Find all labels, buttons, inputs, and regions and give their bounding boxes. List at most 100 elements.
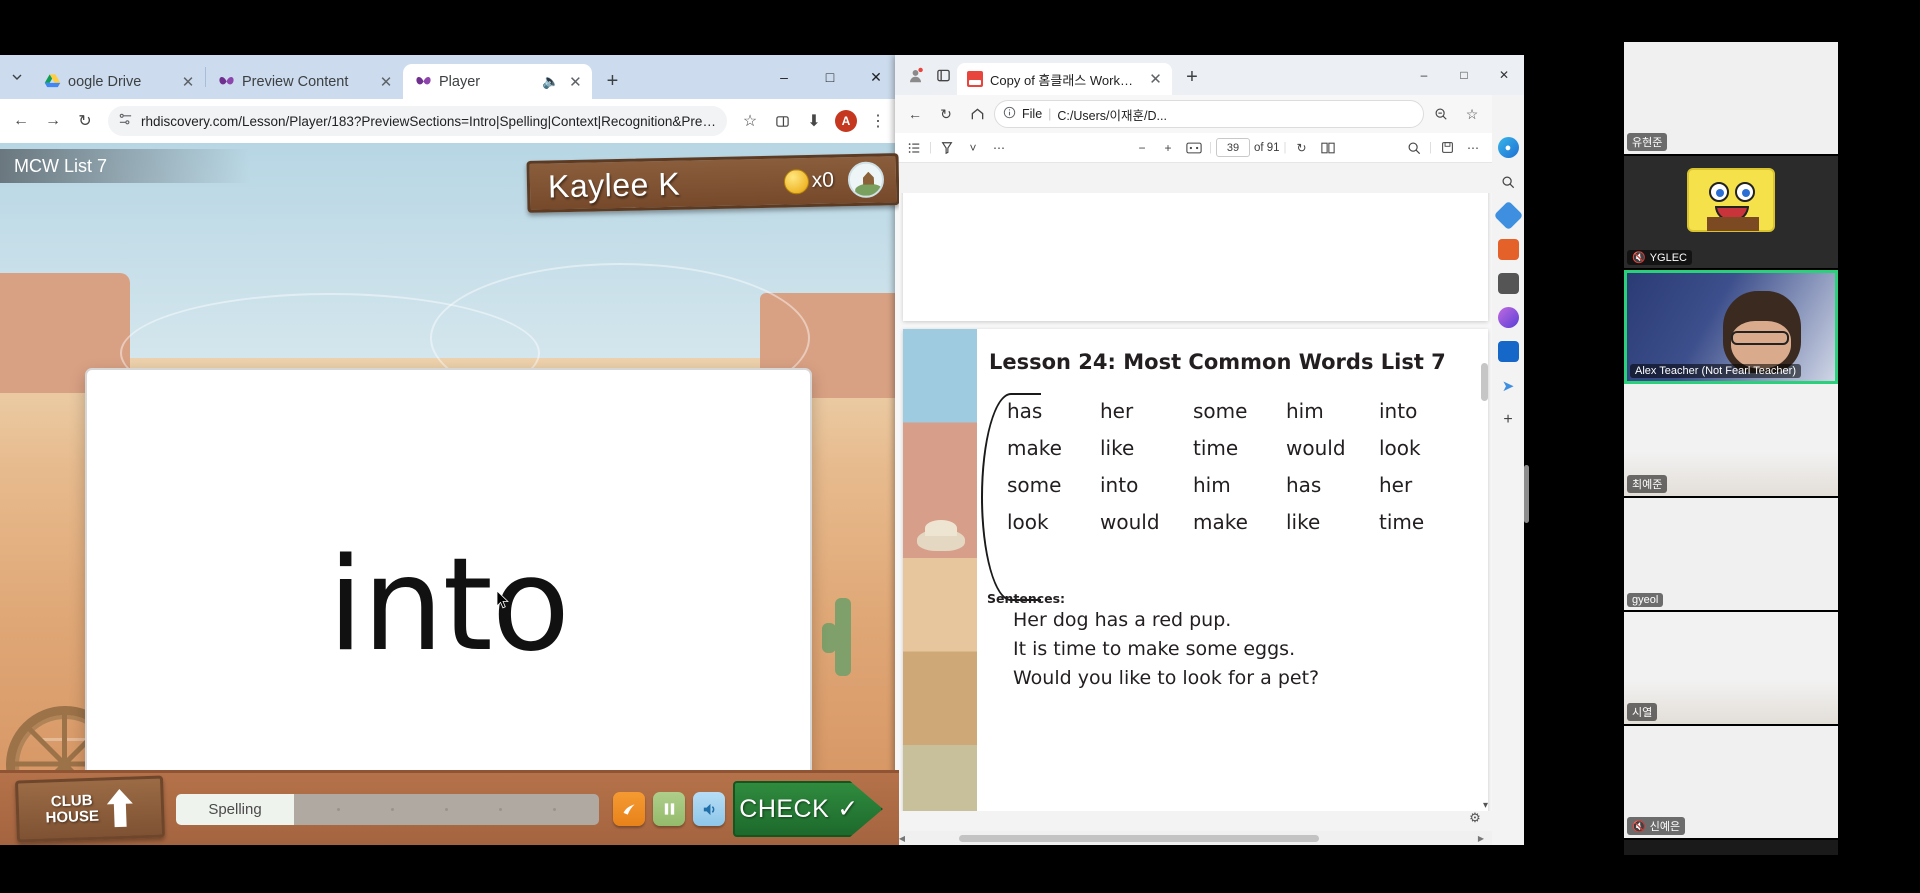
page-number-input[interactable]: 39 — [1215, 138, 1250, 157]
sentence-item: It is time to make some eggs. — [1013, 638, 1296, 660]
new-tab-button[interactable]: + — [598, 67, 626, 95]
zoom-out-icon[interactable] — [1427, 100, 1455, 128]
pause-button[interactable] — [653, 792, 685, 826]
reload-icon[interactable]: ↻ — [70, 106, 100, 136]
tab-google-drive[interactable]: oogle Drive ✕ — [32, 64, 205, 99]
zoom-out-button[interactable]: − — [1131, 137, 1153, 159]
outlook-icon[interactable] — [1497, 341, 1519, 362]
forward-icon[interactable]: → — [38, 106, 68, 136]
close-icon[interactable]: ✕ — [566, 73, 584, 91]
games-icon[interactable] — [1497, 273, 1519, 294]
tools-icon[interactable] — [1497, 239, 1519, 260]
participant-tile-active-speaker[interactable]: Alex Teacher (Not Fearl Teacher) — [1624, 270, 1838, 384]
pdf-page-dropdown-chevron-icon[interactable]: ▾ — [1483, 800, 1488, 811]
chrome-browser-window: oogle Drive ✕ Preview Content ✕ Player 🔈… — [0, 55, 899, 845]
profile-avatar[interactable]: A — [831, 106, 861, 136]
scroll-right-arrow[interactable]: ▶ — [1474, 834, 1488, 843]
tab-workbook-pdf[interactable]: Copy of 홈클래스 Workbook_조 ✕ — [957, 63, 1172, 95]
maximize-button[interactable]: □ — [1444, 55, 1484, 95]
fit-page-icon[interactable] — [1183, 137, 1205, 159]
pdf-icon — [967, 71, 983, 87]
chrome-menu-icon[interactable]: ⋮ — [863, 106, 893, 136]
participant-tile[interactable]: gyeol — [1624, 498, 1838, 612]
participant-tile[interactable]: 시열 — [1624, 612, 1838, 726]
table-of-contents-icon[interactable] — [903, 137, 925, 159]
back-icon[interactable]: ← — [6, 106, 36, 136]
butterfly-icon — [415, 73, 432, 90]
tab-search-chevron-down-icon[interactable] — [2, 55, 32, 99]
word-cell: into — [1100, 473, 1139, 497]
save-icon[interactable] — [1436, 137, 1458, 159]
split-screen-icon[interactable] — [767, 106, 797, 136]
download-icon[interactable]: ⬇ — [799, 106, 829, 136]
maximize-button[interactable]: □ — [807, 55, 853, 99]
pdf-overflow-menu-icon[interactable]: ⋯ — [1462, 137, 1484, 159]
tab-player[interactable]: Player 🔈 ✕ — [403, 64, 593, 99]
close-icon[interactable]: ✕ — [179, 73, 197, 91]
bookmark-star-icon[interactable]: ☆ — [735, 106, 765, 136]
check-label: CHECK — [739, 794, 830, 823]
edge-address-bar[interactable]: File | C:/Users/이재훈/D... — [994, 100, 1424, 128]
close-icon[interactable]: ✕ — [1147, 70, 1164, 88]
tab-audio-muted-icon[interactable]: 🔈 — [542, 73, 559, 90]
scrollbar-thumb[interactable] — [959, 834, 1319, 842]
word-cell: like — [1286, 510, 1321, 534]
mic-muted-icon: 🔇 — [1632, 252, 1646, 264]
sentences-list: Her dog has a red pup. It is time to mak… — [1013, 609, 1319, 696]
sound-button[interactable] — [693, 792, 725, 826]
close-button[interactable]: ✕ — [853, 55, 899, 99]
new-tab-button[interactable]: + — [1178, 63, 1206, 91]
site-settings-icon[interactable] — [118, 112, 133, 130]
word-cell: into — [1379, 399, 1418, 423]
birdhouse-icon[interactable] — [847, 161, 885, 199]
participant-tile[interactable]: 🔇 YGLEC — [1624, 156, 1838, 270]
back-icon[interactable]: ← — [901, 100, 929, 128]
clubhouse-button[interactable]: CLUB HOUSE — [14, 775, 166, 843]
more-tools-icon[interactable]: ⋯ — [988, 137, 1010, 159]
eye-icon — [1709, 182, 1729, 202]
info-icon[interactable] — [1003, 106, 1016, 122]
pdf-page-current: Lesson 24: Most Common Words List 7 has … — [903, 329, 1488, 811]
draw-icon[interactable] — [936, 137, 958, 159]
shopping-tag-icon[interactable] — [1493, 200, 1523, 231]
workspaces-icon[interactable] — [929, 55, 957, 95]
search-icon[interactable] — [1498, 171, 1519, 192]
hint-button[interactable] — [613, 792, 645, 826]
lesson-list-title: MCW List 7 — [0, 149, 250, 183]
check-button[interactable]: CHECK ✓ — [733, 781, 883, 837]
scrollbar-thumb[interactable] — [1481, 363, 1488, 401]
participant-tile[interactable]: 유현준 — [1624, 42, 1838, 156]
close-button[interactable]: ✕ — [1484, 55, 1524, 95]
profile-avatar-icon[interactable] — [901, 55, 929, 95]
minimize-button[interactable]: – — [761, 55, 807, 99]
participant-tile[interactable]: 🔇 신예은 — [1624, 726, 1838, 840]
pdf-viewport[interactable]: es ES dress cat end in the right e end i… — [895, 193, 1492, 811]
page-view-icon[interactable] — [1317, 137, 1339, 159]
participant-name: 유현준 — [1627, 133, 1668, 151]
copilot-icon[interactable]: ● — [1497, 137, 1519, 158]
participant-tile[interactable]: 최예준 — [1624, 384, 1838, 498]
zoom-in-button[interactable]: + — [1157, 137, 1179, 159]
pants-icon — [1707, 217, 1759, 231]
find-search-icon[interactable] — [1403, 137, 1425, 159]
chevron-down-icon[interactable]: ˅ — [962, 137, 984, 159]
game-header: MCW List 7 Kaylee K x0 — [0, 143, 899, 213]
edge-sidebar: ● ➤ + — [1492, 95, 1524, 845]
close-icon[interactable]: ✕ — [377, 73, 395, 91]
tab-preview-content[interactable]: Preview Content ✕ — [206, 64, 403, 99]
pdf-vertical-scrollbar[interactable] — [1481, 253, 1490, 791]
add-sidebar-icon[interactable]: + — [1498, 409, 1519, 430]
office-icon[interactable] — [1497, 307, 1519, 328]
rotate-icon[interactable]: ↻ — [1291, 137, 1313, 159]
pdf-lesson-title: Lesson 24: Most Common Words List 7 — [989, 350, 1446, 374]
mic-muted-icon: 🔇 — [1632, 820, 1646, 833]
pdf-settings-gear-icon[interactable]: ⚙ — [1466, 809, 1484, 827]
home-icon[interactable] — [963, 100, 991, 128]
telegram-icon[interactable]: ➤ — [1498, 375, 1519, 396]
favorite-star-icon[interactable]: ☆ — [1458, 100, 1486, 128]
pdf-horizontal-scrollbar[interactable]: ◀ ▶ — [895, 831, 1492, 845]
minimize-button[interactable]: – — [1404, 55, 1444, 95]
refresh-icon[interactable]: ↻ — [932, 100, 960, 128]
window-splitter-handle[interactable] — [1524, 465, 1529, 523]
address-bar[interactable]: rhdiscovery.com/Lesson/Player/183?Previe… — [108, 106, 727, 136]
